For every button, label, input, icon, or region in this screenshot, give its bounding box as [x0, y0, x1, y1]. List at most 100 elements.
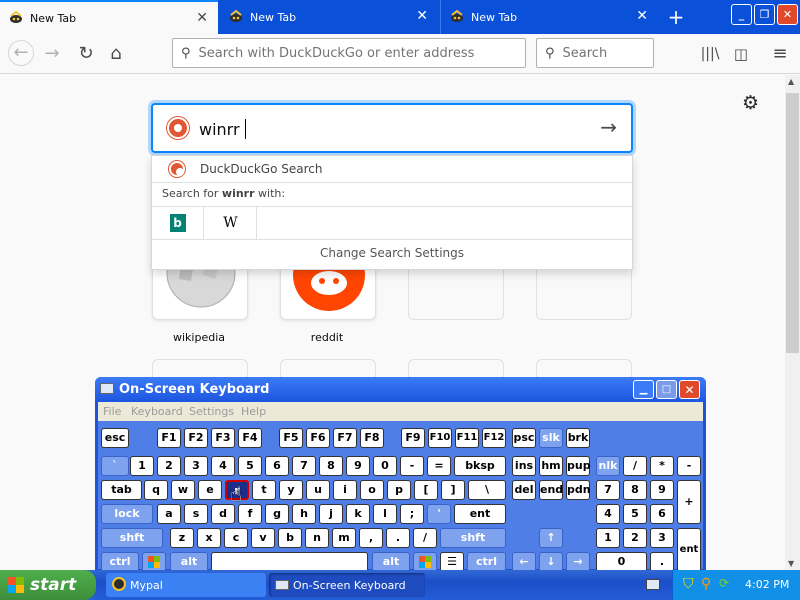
key-pup[interactable]: pup	[566, 456, 591, 476]
key-hm[interactable]: hm	[539, 456, 563, 476]
restore-button[interactable]: ❐	[754, 4, 775, 25]
osk-close-button[interactable]: ✕	[679, 380, 700, 399]
key-app-menu[interactable]: ☰	[440, 552, 464, 572]
key-pdn[interactable]: pdn	[566, 480, 591, 500]
key-tab[interactable]: tab	[101, 480, 142, 500]
key-psc[interactable]: psc	[512, 428, 536, 448]
taskbar-item-mypal[interactable]: Mypal	[106, 573, 266, 597]
key-f9[interactable]: F9	[401, 428, 425, 448]
key-q[interactable]: q	[144, 480, 168, 500]
key-right-shift[interactable]: shft	[440, 528, 506, 548]
key-kp-6[interactable]: 6	[650, 504, 674, 524]
scroll-down-icon[interactable]: ▼	[788, 559, 794, 568]
scroll-thumb[interactable]	[786, 93, 799, 353]
key-j[interactable]: j	[319, 504, 343, 524]
close-icon[interactable]: ✕	[636, 9, 648, 23]
key-y[interactable]: y	[279, 480, 303, 500]
close-icon[interactable]: ✕	[196, 11, 208, 25]
key-d[interactable]: d	[211, 504, 235, 524]
security-shield-icon[interactable]: ⛉	[683, 576, 694, 592]
key-8[interactable]: 8	[319, 456, 343, 476]
key-m[interactable]: m	[332, 528, 356, 548]
key-enter[interactable]: ent	[454, 504, 506, 524]
menu-help[interactable]: Help	[241, 405, 266, 418]
key-kp-enter[interactable]: ent	[677, 528, 701, 572]
key-quote[interactable]: '	[427, 504, 451, 524]
key-f2[interactable]: F2	[184, 428, 208, 448]
forward-icon[interactable]: →	[40, 42, 64, 66]
key-kp-8[interactable]: 8	[623, 480, 647, 500]
key-kp-5[interactable]: 5	[623, 504, 647, 524]
engine-row[interactable]: DuckDuckGo Search	[152, 156, 632, 183]
key-f6[interactable]: F6	[306, 428, 330, 448]
taskbar-item-osk[interactable]: On-Screen Keyboard	[269, 573, 425, 597]
key-bksp[interactable]: bksp	[454, 456, 506, 476]
key-comma[interactable]: ,	[359, 528, 383, 548]
key-brk[interactable]: brk	[566, 428, 590, 448]
key-p[interactable]: p	[387, 480, 411, 500]
key-kp-7[interactable]: 7	[596, 480, 620, 500]
key-ins[interactable]: ins	[512, 456, 536, 476]
key-right-arrow[interactable]: →	[566, 552, 590, 572]
menu-file[interactable]: File	[103, 405, 121, 418]
key-slk[interactable]: slk	[539, 428, 563, 448]
go-arrow-icon[interactable]: →	[600, 115, 617, 139]
search-bar[interactable]: ⚲ Search	[536, 38, 654, 68]
key-down-arrow[interactable]: ↓	[539, 552, 563, 572]
key-backslash[interactable]: \	[468, 480, 506, 500]
key-kp-plus[interactable]: +	[677, 480, 701, 524]
key-5[interactable]: 5	[238, 456, 262, 476]
tab-2[interactable]: New Tab ✕	[220, 0, 438, 34]
key-space[interactable]	[211, 552, 368, 572]
key-4[interactable]: 4	[211, 456, 235, 476]
menu-settings[interactable]: Settings	[189, 405, 234, 418]
key-w[interactable]: w	[171, 480, 195, 500]
start-button[interactable]: start	[0, 570, 96, 600]
key-windows[interactable]	[142, 552, 166, 572]
key-right-alt[interactable]: alt	[372, 552, 410, 572]
key-left-ctrl[interactable]: ctrl	[101, 552, 139, 572]
close-window-button[interactable]: ✕	[777, 4, 798, 25]
key-left-bracket[interactable]: [	[414, 480, 438, 500]
key-f4[interactable]: F4	[238, 428, 262, 448]
menu-keyboard[interactable]: Keyboard	[131, 405, 183, 418]
back-icon[interactable]: ←	[8, 40, 34, 66]
key-kp-dot[interactable]: .	[650, 552, 674, 572]
osk-minimize-button[interactable]: ▁	[633, 380, 654, 399]
scroll-up-icon[interactable]: ▲	[788, 77, 794, 86]
key-right-bracket[interactable]: ]	[441, 480, 465, 500]
key-f7[interactable]: F7	[333, 428, 357, 448]
key-esc[interactable]: esc	[101, 428, 129, 448]
key-kp-1[interactable]: 1	[596, 528, 620, 548]
key-kp-0[interactable]: 0	[596, 552, 647, 572]
key-kp-2[interactable]: 2	[623, 528, 647, 548]
key-l[interactable]: l	[373, 504, 397, 524]
key-nlk[interactable]: nlk	[596, 456, 620, 476]
url-bar[interactable]: ⚲ Search with DuckDuckGo or enter addres…	[172, 38, 526, 68]
key-kp-divide[interactable]: /	[623, 456, 647, 476]
key-7[interactable]: 7	[292, 456, 316, 476]
sidebar-icon[interactable]: ◫	[729, 42, 753, 66]
key-f5[interactable]: F5	[279, 428, 303, 448]
customize-gear-icon[interactable]: ⚙	[742, 92, 759, 114]
bing-engine-button[interactable]: b	[152, 207, 204, 240]
key-f8[interactable]: F8	[360, 428, 384, 448]
key-a[interactable]: a	[157, 504, 181, 524]
close-icon[interactable]: ✕	[416, 9, 428, 23]
key-windows-right[interactable]	[413, 552, 437, 572]
key-3[interactable]: 3	[184, 456, 208, 476]
reload-icon[interactable]: ↻	[74, 42, 98, 66]
key-kp-4[interactable]: 4	[596, 504, 620, 524]
key-f11[interactable]: F11	[455, 428, 479, 448]
key-f1[interactable]: F1	[157, 428, 181, 448]
key-2[interactable]: 2	[157, 456, 181, 476]
newtab-search-input[interactable]: winrr →	[151, 103, 633, 153]
search-tray-icon[interactable]: ⚲	[701, 576, 711, 592]
wikipedia-engine-button[interactable]: W	[205, 207, 257, 240]
key-slash[interactable]: /	[413, 528, 437, 548]
key-caps-lock[interactable]: lock	[101, 504, 153, 524]
key-right-ctrl[interactable]: ctrl	[467, 552, 506, 572]
key-f3[interactable]: F3	[211, 428, 235, 448]
key-end[interactable]: end	[539, 480, 563, 500]
key-left-alt[interactable]: alt	[170, 552, 208, 572]
